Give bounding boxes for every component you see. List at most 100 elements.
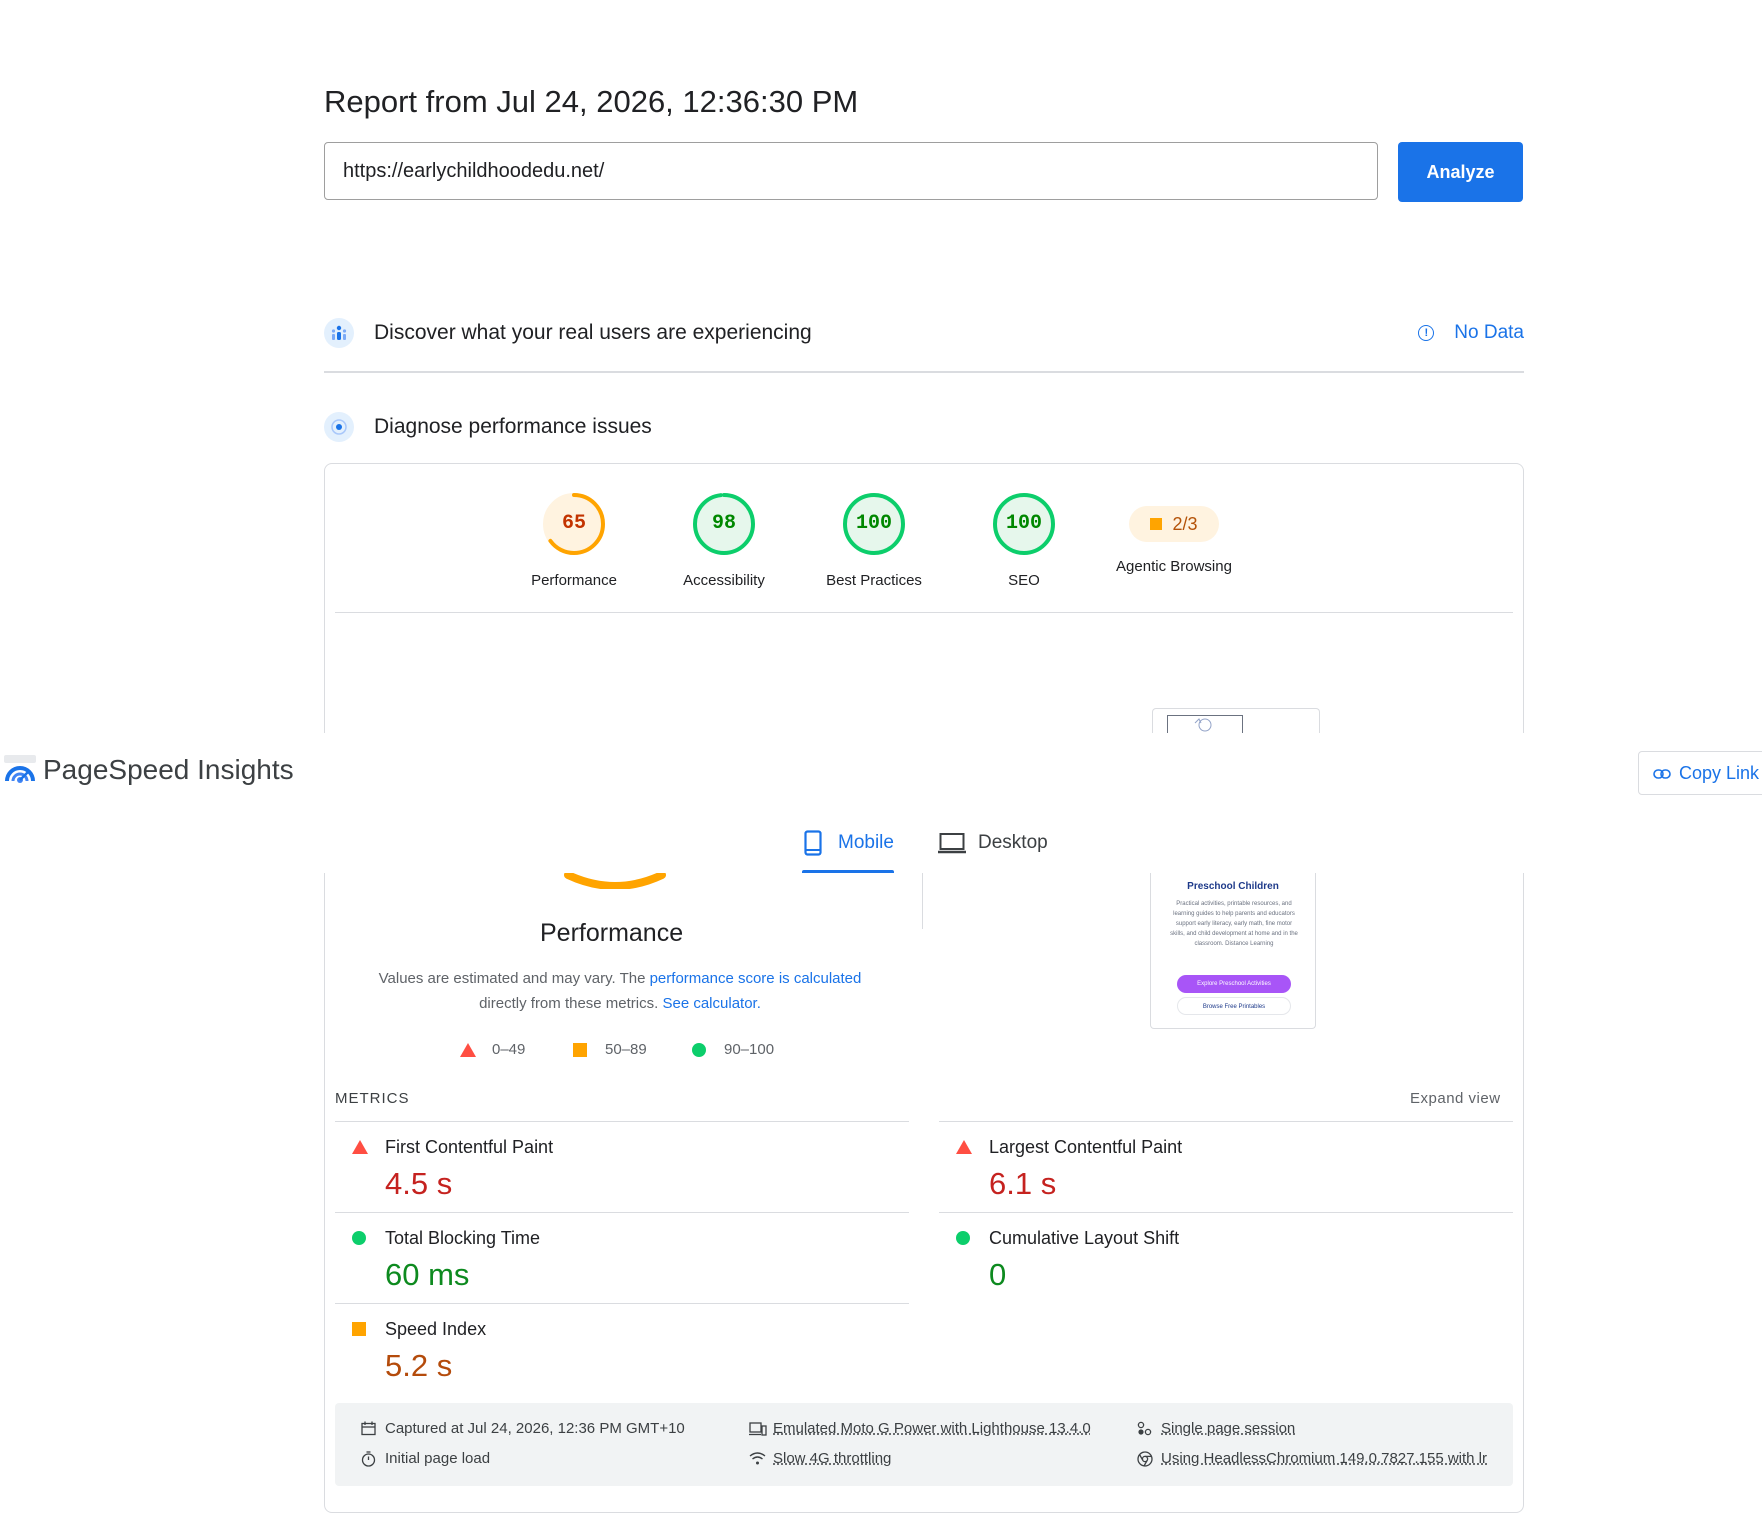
metric-value: 5.2 s <box>385 1348 453 1383</box>
analyze-button[interactable]: Analyze <box>1398 142 1523 202</box>
metrics-label: METRICS <box>335 1090 410 1107</box>
field-data-section[interactable]: Discover what your real users are experi… <box>324 313 1524 353</box>
info-icon: ! <box>1418 325 1435 341</box>
legend-fail: 0–49 <box>460 1041 525 1058</box>
session-text: Single page session <box>1161 1420 1296 1437</box>
diagnose-icon <box>324 412 354 442</box>
gauge-value: 65 <box>561 512 586 535</box>
legend-pass: 90–100 <box>692 1041 774 1058</box>
legend-average: 50–89 <box>573 1041 647 1058</box>
device-info[interactable]: Emulated Moto G Power with Lighthouse 13… <box>749 1420 1091 1437</box>
gauge-value: 98 <box>711 512 736 535</box>
browser-text: Using HeadlessChromium 149.0.7827.155 wi… <box>1161 1450 1488 1467</box>
gauge-accessibility[interactable]: 98 Accessibility <box>649 492 799 589</box>
thumb-heading: Preschool Children <box>1187 881 1279 892</box>
metric-name: Largest Contentful Paint <box>989 1137 1183 1157</box>
captured-text: Captured at Jul 24, 2026, 12:36 PM GMT+1… <box>385 1420 685 1437</box>
link-icon <box>1653 763 1671 784</box>
calendar-icon <box>361 1421 379 1436</box>
pass-circle-icon <box>352 1231 366 1245</box>
wifi-icon <box>749 1452 767 1465</box>
vertical-divider <box>922 873 923 929</box>
expand-view-toggle[interactable]: Expand view <box>1410 1090 1501 1107</box>
browser-info[interactable]: Using HeadlessChromium 149.0.7827.155 wi… <box>1137 1450 1487 1467</box>
diagnose-title: Diagnose performance issues <box>374 415 652 438</box>
captured-info: Captured at Jul 24, 2026, 12:36 PM GMT+1… <box>361 1420 685 1437</box>
pass-circle-icon <box>956 1231 970 1245</box>
device-text: Emulated Moto G Power with Lighthouse 13… <box>773 1420 1091 1437</box>
gauge-ring: 100 <box>842 492 906 556</box>
active-tab-indicator <box>802 870 894 873</box>
thumb-button-primary: Explore Preschool Activities <box>1177 975 1291 993</box>
average-square-icon <box>352 1322 366 1336</box>
field-data-title: Discover what your real users are experi… <box>374 321 812 344</box>
session-info[interactable]: Single page session <box>1137 1420 1295 1437</box>
metric-value: 6.1 s <box>989 1166 1057 1201</box>
laptop-icon <box>938 833 966 854</box>
see-calculator-link[interactable]: See calculator. <box>662 995 760 1012</box>
metric-largest-contentful-paint: Largest Contentful Paint 6.1 s <box>939 1121 1513 1211</box>
no-data-label: No Data <box>1454 322 1524 343</box>
gauge-value: 100 <box>855 512 892 535</box>
agentic-value: 2/3 <box>1172 513 1198 534</box>
diagnose-section: Diagnose performance issues <box>324 407 1524 447</box>
gauge-agentic-browsing[interactable]: 2/3 Agentic Browsing <box>1099 492 1249 575</box>
note-prefix: Values are estimated and may vary. The <box>378 970 650 987</box>
note-middle: directly from these metrics. <box>479 995 659 1012</box>
gauge-best-practices[interactable]: 100 Best Practices <box>799 492 949 589</box>
gauge-label: Best Practices <box>826 572 922 589</box>
smartphone-icon <box>804 830 822 856</box>
metric-cumulative-layout-shift: Cumulative Layout Shift 0 <box>939 1212 1513 1302</box>
gauge-label: Performance <box>531 572 617 589</box>
metric-name: Total Blocking Time <box>385 1228 541 1248</box>
run-info-panel: Captured at Jul 24, 2026, 12:36 PM GMT+1… <box>335 1403 1513 1486</box>
users-icon <box>324 318 354 348</box>
legend-fail-label: 0–49 <box>492 1041 526 1058</box>
thumb-text: Practical activities, printable resource… <box>1170 901 1298 947</box>
no-data-indicator[interactable]: ! No Data <box>1418 322 1524 344</box>
chrome-icon <box>1137 1450 1155 1467</box>
average-square-icon <box>1150 518 1163 530</box>
metric-name: Cumulative Layout Shift <box>989 1228 1180 1248</box>
initial-load-info: Initial page load <box>361 1450 490 1467</box>
metric-value: 0 <box>989 1257 1007 1292</box>
tab-mobile[interactable]: Mobile <box>804 823 894 863</box>
app-header: PageSpeed Insights Copy Link <box>0 733 1762 814</box>
performance-gauge-partial <box>564 873 666 889</box>
average-square-icon <box>573 1042 587 1057</box>
thumb-button-secondary: Browse Free Printables <box>1177 997 1291 1015</box>
metric-name: Speed Index <box>385 1319 487 1339</box>
url-input[interactable] <box>324 142 1378 200</box>
copy-link-button[interactable]: Copy Link <box>1638 751 1762 795</box>
app-title: PageSpeed Insights <box>43 754 294 785</box>
copy-link-label: Copy Link <box>1679 762 1760 783</box>
fail-triangle-icon <box>956 1140 972 1154</box>
gauge-ring: 98 <box>692 492 756 556</box>
devices-icon <box>749 1421 767 1436</box>
gauge-seo[interactable]: 100 SEO <box>949 492 1099 589</box>
report-title: Report from Jul 24, 2026, 12:36:30 PM <box>324 84 859 119</box>
screenshot-thumbnail: Preschool Children Practical activities,… <box>1150 873 1316 1029</box>
session-icon <box>1137 1421 1155 1436</box>
initial-load-text: Initial page load <box>385 1450 491 1467</box>
metric-speed-index: Speed Index 5.2 s <box>335 1303 909 1393</box>
legend-pass-label: 90–100 <box>724 1041 775 1058</box>
metric-name: First Contentful Paint <box>385 1137 554 1157</box>
timer-icon <box>361 1450 379 1467</box>
pagespeed-logo-icon <box>4 755 36 783</box>
device-tabs: Mobile Desktop <box>0 813 1762 873</box>
metric-value: 60 ms <box>385 1257 470 1292</box>
metric-total-blocking-time: Total Blocking Time 60 ms <box>335 1212 909 1302</box>
gauge-ring: 100 <box>992 492 1056 556</box>
fail-triangle-icon <box>460 1042 476 1057</box>
section-divider <box>324 371 1524 373</box>
metric-value: 4.5 s <box>385 1166 453 1201</box>
legend-average-label: 50–89 <box>605 1041 647 1058</box>
metric-first-contentful-paint: First Contentful Paint 4.5 s <box>335 1121 909 1211</box>
gauge-label: Agentic Browsing <box>1116 558 1232 575</box>
tab-desktop[interactable]: Desktop <box>938 823 1048 863</box>
throttling-info[interactable]: Slow 4G throttling <box>749 1450 891 1467</box>
score-calculated-link[interactable]: performance score is calculated <box>650 970 862 987</box>
tab-desktop-label: Desktop <box>978 832 1048 853</box>
gauge-performance[interactable]: 65 Performance <box>499 492 649 589</box>
